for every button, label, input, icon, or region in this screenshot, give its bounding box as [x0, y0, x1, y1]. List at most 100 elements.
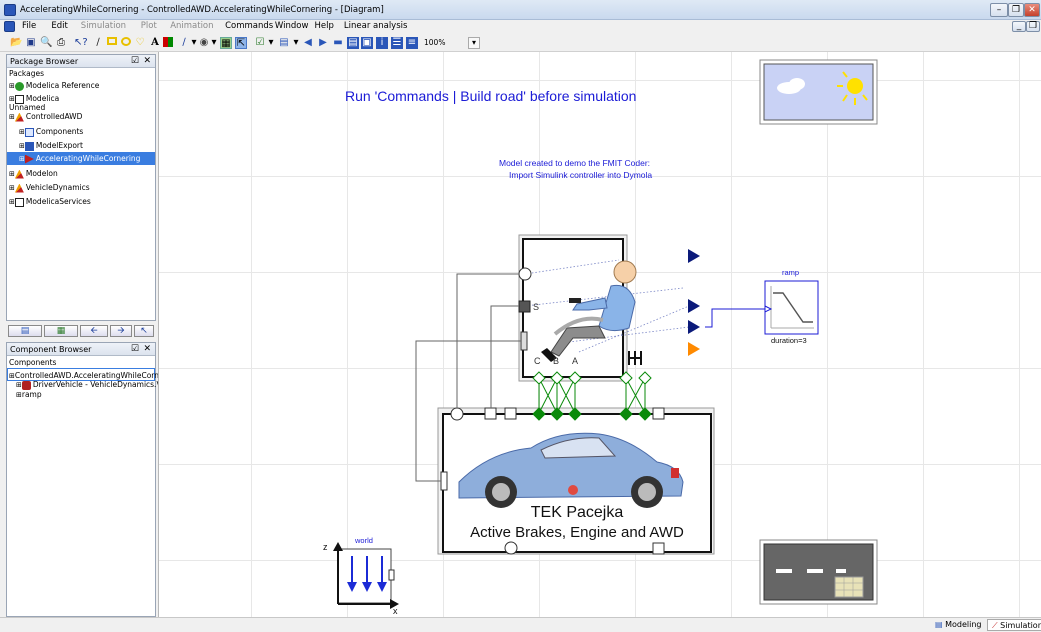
export-icon: [24, 141, 34, 151]
forward-arrow-icon[interactable]: 🡪: [110, 325, 132, 337]
snap-icon[interactable]: ⇱: [235, 37, 247, 49]
menu-edit[interactable]: Edit: [51, 21, 67, 31]
documentation-view-icon[interactable]: ☰: [391, 37, 403, 49]
icon-view-icon[interactable]: ▣: [361, 37, 373, 49]
print-icon[interactable]: ⎙: [55, 37, 67, 49]
components-column-header: Components: [9, 358, 57, 367]
pin-icon[interactable]: ☑: [131, 344, 139, 354]
vehicle-port[interactable]: [504, 407, 517, 420]
vehicle-bottom-port[interactable]: [652, 542, 665, 555]
mdi-restore-button[interactable]: ❐: [1026, 21, 1040, 32]
menu-animation[interactable]: Animation: [170, 21, 213, 31]
zoom-dropdown-button[interactable]: ▾: [468, 37, 480, 49]
mdi-minimize-button[interactable]: _: [1012, 21, 1026, 32]
draw-bitmap-icon[interactable]: [162, 37, 174, 49]
package-browser-header: Package Browser ✕ ☑: [7, 55, 155, 68]
draw-line-icon[interactable]: ∕: [92, 37, 104, 49]
mode-tab-simulation[interactable]: ⟋ Simulation: [987, 619, 1041, 631]
package-tree-item[interactable]: ⊞ ControlledAWD: [7, 110, 155, 123]
title-bar: AcceleratingWhileCornering - ControlledA…: [0, 0, 1041, 20]
search-icon[interactable]: 🔍: [40, 37, 52, 49]
text-view-icon[interactable]: ≡: [406, 37, 418, 49]
sky-block[interactable]: [759, 59, 878, 125]
close-button[interactable]: ✕: [1024, 3, 1040, 17]
model-icon: [24, 154, 34, 164]
forward-icon[interactable]: ▶: [317, 37, 329, 49]
menu-linear-analysis[interactable]: Linear analysis: [344, 21, 408, 31]
package-tree-item[interactable]: ⊞ Components: [7, 125, 155, 138]
draw-rectangle-icon[interactable]: [106, 37, 118, 49]
package-tree-item[interactable]: ⊞ Modelica Reference: [7, 79, 155, 92]
zoom-combo[interactable]: 100%: [421, 37, 469, 49]
dropdown-arrow-icon[interactable]: ▾: [208, 37, 220, 49]
tree-view-icon[interactable]: ▦: [44, 325, 78, 337]
simulation-icon: ⟋: [992, 621, 1001, 630]
driver-input-port[interactable]: [688, 299, 700, 313]
package-tree-item[interactable]: ⊞ AcceleratingWhileCornering: [7, 152, 155, 165]
diagram-view-icon[interactable]: ▤: [347, 37, 359, 49]
component-browser-header: Component Browser ✕ ☑: [7, 343, 155, 356]
vehicle-lib-icon: [14, 183, 24, 193]
driver-steering-port[interactable]: [518, 300, 531, 313]
expand-icon[interactable]: ⊞: [9, 82, 15, 90]
menu-file[interactable]: File: [22, 21, 36, 31]
toolbar: 📂 ▣ 🔍 ⎙ ↖? ∕ ♡ A ∕ ▾ ◉ ▾ ▦ ⇱ ☑ ▾ ▤ ▾ ◀ ▶…: [0, 34, 1041, 52]
window-title: AcceleratingWhileCornering - ControlledA…: [20, 5, 384, 15]
back-arrow-icon[interactable]: 🡨: [80, 325, 108, 337]
expand-icon[interactable]: ⊞: [9, 184, 15, 192]
grid-icon[interactable]: ▦: [220, 37, 232, 49]
close-icon[interactable]: ✕: [143, 344, 151, 354]
restore-button[interactable]: ❐: [1008, 3, 1024, 17]
road-block[interactable]: [759, 539, 878, 605]
close-icon[interactable]: ✕: [143, 56, 151, 66]
component-icon: [24, 127, 34, 137]
parent-icon[interactable]: ▬: [332, 37, 344, 49]
mode-tab-modeling[interactable]: ▤ Modeling: [931, 619, 986, 631]
package-tree-item[interactable]: ⊞ ModelicaServices: [7, 195, 155, 208]
vehicle-sensor-port[interactable]: [450, 407, 464, 421]
vehicle-port[interactable]: [652, 407, 665, 420]
back-icon[interactable]: ◀: [302, 37, 314, 49]
draw-ellipse-icon[interactable]: [120, 37, 132, 49]
plot-icon[interactable]: ▤: [278, 37, 290, 49]
vehicle-steering-port[interactable]: [440, 471, 448, 491]
driver-block[interactable]: [518, 234, 690, 382]
dropdown-arrow-icon[interactable]: ▾: [265, 37, 277, 49]
draw-text-icon[interactable]: A: [149, 37, 161, 49]
package-tree-label: ModelExport: [35, 141, 83, 150]
menu-help[interactable]: Help: [315, 21, 334, 31]
save-icon[interactable]: ▣: [25, 37, 37, 49]
menu-plot[interactable]: Plot: [141, 21, 157, 31]
component-tree-item[interactable]: ⊞ramp: [7, 388, 155, 401]
expand-icon[interactable]: ⊞: [9, 113, 15, 121]
expand-icon[interactable]: ⊞: [9, 170, 15, 178]
library-view-icon[interactable]: ▤: [8, 325, 42, 337]
driver-sensor-port[interactable]: [518, 267, 532, 281]
world-block[interactable]: [333, 542, 399, 609]
vehicle-bottom-port[interactable]: [504, 541, 518, 555]
driver-output-port[interactable]: [688, 342, 700, 356]
up-arrow-icon[interactable]: ↖: [134, 325, 154, 337]
expand-icon[interactable]: ⊞: [19, 155, 25, 163]
package-tree-item[interactable]: ⊞ VehicleDynamics: [7, 181, 155, 194]
package-tree-label: Modelica Reference: [25, 81, 100, 90]
menu-commands[interactable]: Commands: [225, 21, 273, 31]
info-view-icon[interactable]: i: [376, 37, 388, 49]
pin-icon[interactable]: ☑: [131, 56, 139, 66]
modeling-icon: ▤: [935, 620, 946, 629]
draw-polygon-icon[interactable]: ♡: [134, 37, 146, 49]
diagram-canvas[interactable]: Run 'Commands | Build road' before simul…: [158, 52, 1041, 617]
ramp-block[interactable]: [764, 280, 819, 335]
dropdown-arrow-icon[interactable]: ▾: [290, 37, 302, 49]
menu-simulation[interactable]: Simulation: [81, 21, 126, 31]
driver-input-port[interactable]: [688, 249, 700, 263]
driver-pedal-port[interactable]: [520, 331, 528, 351]
vehicle-port[interactable]: [484, 407, 497, 420]
driver-input-port[interactable]: [688, 320, 700, 334]
open-icon[interactable]: 📂: [10, 37, 22, 49]
package-tree-item[interactable]: ⊞ ModelExport: [7, 139, 155, 152]
help-cursor-icon[interactable]: ↖?: [74, 37, 88, 49]
menu-window[interactable]: Window: [275, 21, 309, 31]
minimize-button[interactable]: –: [990, 3, 1008, 17]
package-tree-item[interactable]: ⊞ Modelon: [7, 167, 155, 180]
